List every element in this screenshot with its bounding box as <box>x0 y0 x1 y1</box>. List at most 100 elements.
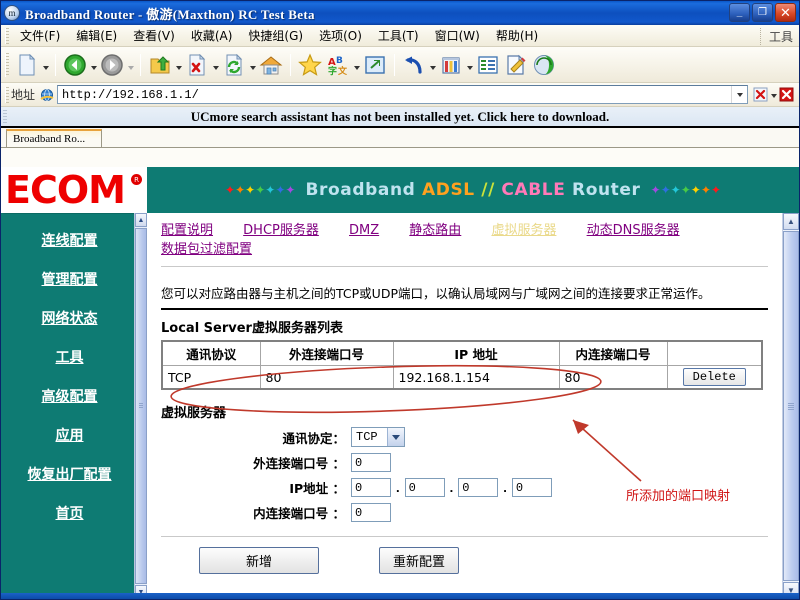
open-folder-dropdown-icon[interactable] <box>174 51 183 79</box>
ip-octet-2-input[interactable] <box>404 478 445 497</box>
toolbar-grip[interactable] <box>5 52 9 77</box>
title-bar: m Broadband Router - 傲游(Maxthon) RC Test… <box>1 1 799 25</box>
stop-dropdown-icon[interactable] <box>211 51 220 79</box>
home-icon[interactable] <box>257 51 285 79</box>
nav-link-packet-filter[interactable]: 数据包过滤配置 <box>161 242 252 257</box>
form-row-external-port: 外连接端口号 ： <box>161 453 768 472</box>
undo-dropdown-icon[interactable] <box>428 51 437 79</box>
nav-link-config-info[interactable]: 配置说明 <box>161 223 213 238</box>
ucmore-notice-bar[interactable]: UCmore search assistant has not been ins… <box>1 107 799 128</box>
label-protocol: 通讯协定： <box>282 430 345 446</box>
translate-dropdown-icon[interactable] <box>352 51 361 79</box>
content-scroll-up-icon[interactable]: ▲ <box>783 213 799 230</box>
edit-page-icon[interactable] <box>502 51 530 79</box>
red-x-icon[interactable] <box>752 86 769 103</box>
sidebar-item-management-config[interactable]: 管理配置 <box>42 269 98 289</box>
ip-octet-4-input[interactable] <box>511 478 552 497</box>
menu-item-file[interactable]: 文件(F) <box>12 25 68 46</box>
delete-button[interactable]: Delete <box>682 368 746 386</box>
sidebar-item-advanced-config[interactable]: 高级配置 <box>42 386 98 406</box>
chevron-down-icon[interactable] <box>387 428 404 446</box>
menu-tools-label[interactable]: 工具 <box>759 28 793 45</box>
label-ip-address: IP地址 ： <box>289 481 345 496</box>
tab-broadband-router[interactable]: Broadband Ro... <box>6 129 102 147</box>
page-content: ECOM R 连线配置 管理配置 网络状态 工具 高级配置 应用 恢复出厂配置 … <box>1 167 799 599</box>
list-view-icon[interactable] <box>474 51 502 79</box>
brand-logo: ECOM R <box>1 167 147 213</box>
nav-link-dmz[interactable]: DMZ <box>349 223 379 238</box>
svg-text:文: 文 <box>337 65 348 76</box>
menu-item-favorites[interactable]: 收藏(A) <box>183 25 241 46</box>
forward-icon[interactable] <box>98 51 126 79</box>
menu-item-help[interactable]: 帮助(H) <box>488 25 546 46</box>
sidebar-item-connection-config[interactable]: 连线配置 <box>42 230 98 250</box>
menu-item-group[interactable]: 快捷组(G) <box>240 25 311 46</box>
nav-link-static-route[interactable]: 静态路由 <box>409 223 461 238</box>
reset-button[interactable]: 重新配置 <box>379 547 459 574</box>
ucmore-notice-text[interactable]: UCmore search assistant has not been ins… <box>191 109 610 125</box>
sidebar-item-home[interactable]: 首页 <box>56 503 84 523</box>
cell-internal-port: 80 <box>558 365 668 390</box>
table-row: TCP 80 192.168.1.154 80 Delete <box>161 365 763 390</box>
plugin-icon[interactable] <box>530 51 558 79</box>
address-input[interactable] <box>58 86 731 103</box>
favorites-star-icon[interactable] <box>296 51 324 79</box>
external-window-icon[interactable] <box>361 51 389 79</box>
refresh-icon[interactable] <box>220 51 248 79</box>
notice-grip <box>3 110 7 125</box>
new-page-dropdown-icon[interactable] <box>41 51 50 79</box>
toolbox-dropdown-icon[interactable] <box>465 51 474 79</box>
content-scrollbar[interactable]: ▲ ▼ <box>782 213 799 599</box>
page-description: 您可以对应路由器与主机之间的TCP或UDP端口，以确认局域网与广域网之间的连接要… <box>161 286 711 301</box>
tab-strip: Broadband Ro... <box>1 128 799 148</box>
menu-item-edit[interactable]: 编辑(E) <box>68 25 125 46</box>
undo-icon[interactable] <box>400 51 428 79</box>
sidebar-item-factory-reset[interactable]: 恢复出厂配置 <box>28 464 112 484</box>
ip-octet-1-input[interactable] <box>351 478 391 497</box>
new-page-icon[interactable] <box>13 51 41 79</box>
menu-bar: 文件(F) 编辑(E) 查看(V) 收藏(A) 快捷组(G) 选项(O) 工具(… <box>1 25 799 47</box>
nav-link-dynamic-dns[interactable]: 动态DNS服务器 <box>587 223 680 238</box>
close-button[interactable]: ✕ <box>775 3 796 22</box>
toolbox-icon[interactable] <box>437 51 465 79</box>
sidebar-scroll-thumb[interactable] <box>135 228 147 584</box>
banner-word-adsl: ADSL <box>421 180 475 200</box>
back-dropdown-icon[interactable] <box>89 51 98 79</box>
sidebar-item-applications[interactable]: 应用 <box>56 425 84 445</box>
menu-item-options[interactable]: 选项(O) <box>311 25 370 46</box>
open-folder-icon[interactable] <box>146 51 174 79</box>
refresh-dropdown-icon[interactable] <box>248 51 257 79</box>
menu-grip[interactable] <box>5 27 9 44</box>
nav-link-virtual-server[interactable]: 虚拟服务器 <box>491 223 556 238</box>
cell-action: Delete <box>666 365 763 390</box>
sidebar-scroll-up-icon[interactable]: ▲ <box>135 213 147 227</box>
address-dropdown-icon[interactable] <box>731 86 747 103</box>
sidebar-scrollbar[interactable]: ▲ ▼ <box>134 213 147 599</box>
internal-port-input[interactable] <box>351 503 391 522</box>
nav-link-dhcp-server[interactable]: DHCP服务器 <box>243 223 319 238</box>
translate-icon[interactable]: A B 字 文 <box>324 51 352 79</box>
address-actions <box>748 86 799 103</box>
table-title: Local Server虚拟服务器列表 <box>161 321 343 336</box>
protocol-select-value: TCP <box>356 430 378 444</box>
minimize-button[interactable]: _ <box>729 3 750 22</box>
add-button[interactable]: 新增 <box>199 547 319 574</box>
stop-icon[interactable] <box>183 51 211 79</box>
address-action-dropdown-icon[interactable] <box>769 86 778 103</box>
forward-dropdown-icon[interactable] <box>126 51 135 79</box>
sidebar-item-tools[interactable]: 工具 <box>56 347 84 367</box>
external-port-input[interactable] <box>351 453 391 472</box>
menu-item-window[interactable]: 窗口(W) <box>427 25 488 46</box>
back-icon[interactable] <box>61 51 89 79</box>
menu-item-view[interactable]: 查看(V) <box>125 25 183 46</box>
sidebar-item-network-status[interactable]: 网络状态 <box>42 308 98 328</box>
address-input-wrap[interactable] <box>57 85 748 104</box>
menu-item-tools[interactable]: 工具(T) <box>370 25 427 46</box>
red-x-close-icon[interactable] <box>778 86 795 103</box>
protocol-select[interactable]: TCP <box>351 427 405 447</box>
address-grip[interactable] <box>5 86 9 103</box>
maximize-button[interactable]: ❐ <box>752 3 773 22</box>
table-header-ip-address: IP 地址 <box>392 340 560 366</box>
ip-octet-3-input[interactable] <box>458 478 499 497</box>
content-scroll-thumb[interactable] <box>783 231 799 581</box>
